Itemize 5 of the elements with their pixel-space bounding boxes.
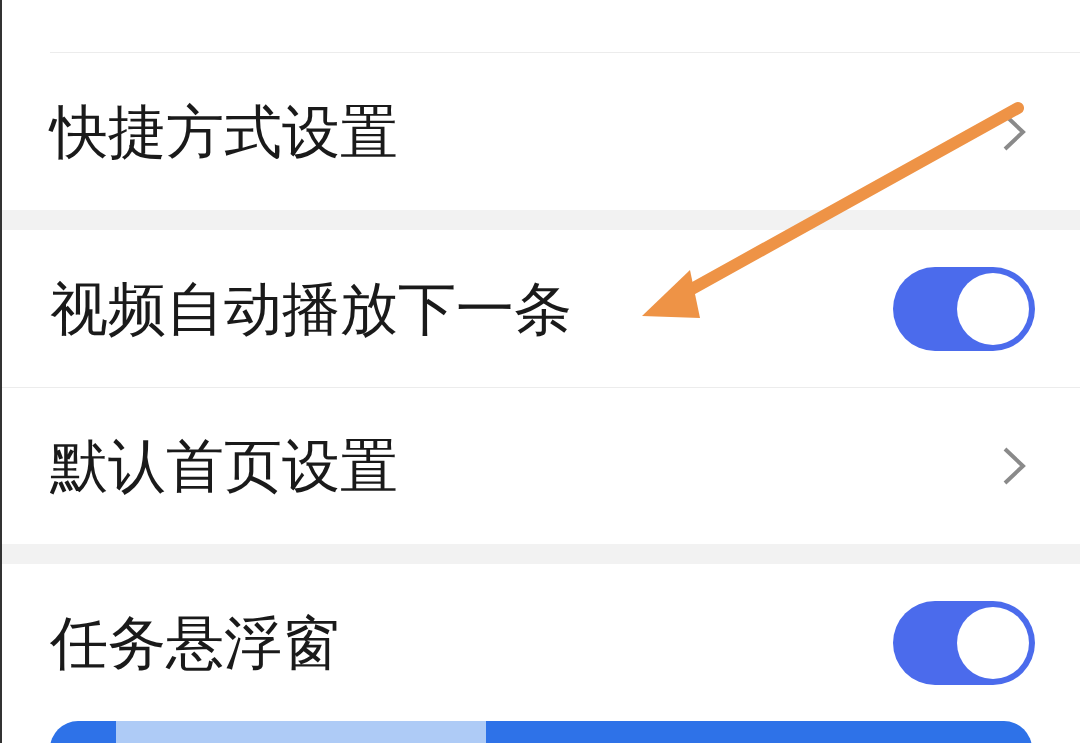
setting-label: 快捷方式设置 (50, 102, 398, 161)
setting-label: 任务悬浮窗 (50, 613, 340, 672)
setting-label: 默认首页设置 (50, 437, 398, 495)
chevron-right-icon[interactable] (1001, 446, 1027, 486)
setting-label: 视频自动播放下一条 (50, 279, 572, 338)
